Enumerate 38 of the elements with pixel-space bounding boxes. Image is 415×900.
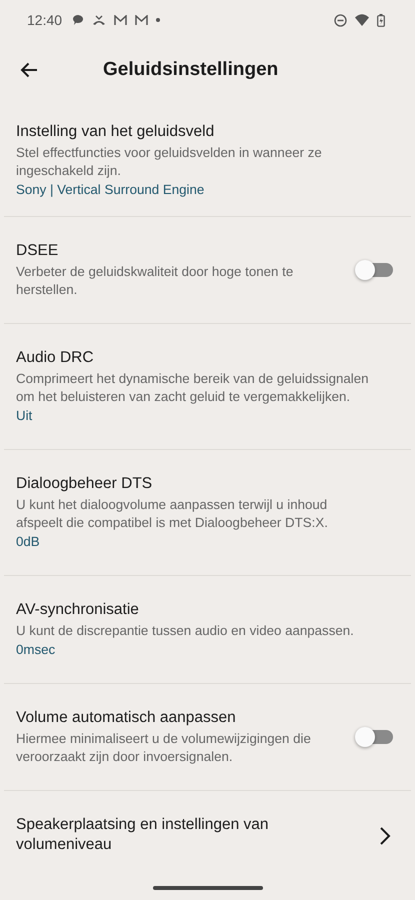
settings-item[interactable]: Dialoogbeheer DTS U kunt het dialoogvolume aanpassen terwijl u inhoud afspeelt die compatibel is met Dialoogbeheer DTS:X. 0dB <box>4 450 411 576</box>
back-arrow-icon <box>20 62 38 78</box>
dot-icon <box>156 18 160 22</box>
item-title: Instelling van het geluidsveld <box>16 122 216 142</box>
item-title: Audio DRC <box>16 348 95 368</box>
chevron-icon <box>379 826 391 846</box>
chat-bubble-icon <box>72 14 84 26</box>
item-description: U kunt de discrepantie tussen audio en video aanpassen. <box>16 622 355 640</box>
item-value: 0msec <box>16 641 56 659</box>
mail-icon <box>135 14 148 26</box>
settings-item[interactable]: Speakerplaatsing en instellingen van volumeniveau <box>4 791 411 881</box>
item-description: Comprimeert het dynamische bereik van de geluidssignalen om het beluisteren van zacht geluid te vergemakkelijken. <box>16 370 370 406</box>
item-title: DSEE <box>16 241 60 261</box>
item-value: Uit <box>16 407 34 425</box>
item-title: Volume automatisch aanpassen <box>16 708 237 728</box>
settings-item[interactable]: Instelling van het geluidsveld Stel effectfuncties voor geluidsvelden in wanneer ze ingeschakeld zijn. Sony | Vertical Surround Engine <box>4 100 411 217</box>
battery-icon <box>377 14 385 26</box>
item-description: Stel effectfuncties voor geluidsvelden in wanneer ze ingeschakeld zijn. <box>16 144 323 180</box>
item-value: Sony | Vertical Surround Engine <box>16 181 206 199</box>
mail-icon <box>114 14 128 26</box>
wifi-icon <box>355 14 369 26</box>
do-not-disturb-icon <box>334 14 347 26</box>
settings-item[interactable]: Audio DRC Comprimeert het dynamische bereik van de geluidssignalen om het beluisteren van zacht geluid te vergemakkelijken. Uit <box>4 324 411 450</box>
missed-call-icon <box>92 14 106 26</box>
item-description: Hiermee minimaliseert u de volumewijzigingen die veroorzaakt zijn door invoersignalen. <box>16 730 312 766</box>
item-title: AV-synchronisatie <box>16 600 140 620</box>
toggle-switch[interactable] <box>357 263 393 277</box>
settings-item[interactable]: Volume automatisch aanpassen Hiermee minimaliseert u de volumewijzigingen die veroorzaakt zijn door invoersignalen. <box>4 684 411 791</box>
settings-item[interactable]: DSEE Verbeter de geluidskwaliteit door hoge tonen te herstellen. <box>4 217 411 324</box>
item-title: Speakerplaatsing en instellingen van volumeniveau <box>16 815 270 855</box>
status-time: 12:40 <box>27 12 62 28</box>
item-description: Verbeter de geluidskwaliteit door hoge tonen te herstellen. <box>16 263 294 299</box>
item-title: Dialoogbeheer DTS <box>16 474 154 494</box>
settings-item[interactable]: AV-synchronisatie U kunt de discrepantie tussen audio en video aanpassen. 0msec <box>4 576 411 684</box>
item-value: 0dB <box>16 533 41 551</box>
toggle-switch[interactable] <box>357 730 393 744</box>
item-description: U kunt het dialoogvolume aanpassen terwijl u inhoud afspeelt die compatibel is met Dialoogbeheer DTS:X. <box>16 496 329 532</box>
page-title: Geluidsinstellingen <box>103 59 278 81</box>
